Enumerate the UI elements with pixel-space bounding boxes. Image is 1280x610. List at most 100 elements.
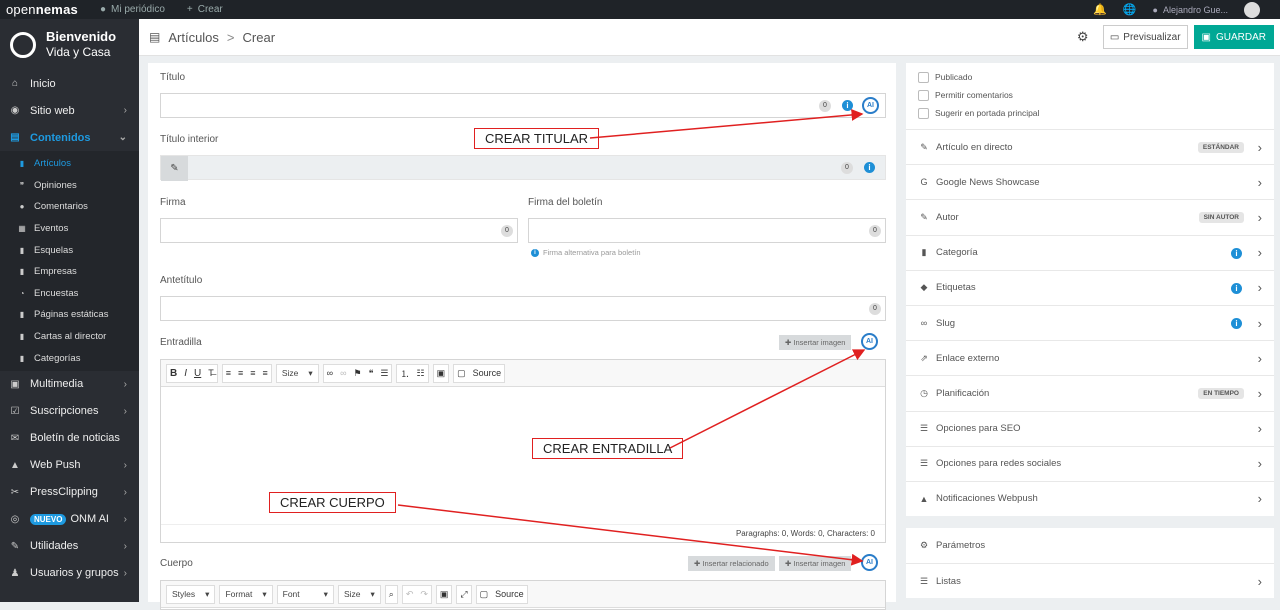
info-icon[interactable]: i [842,100,853,111]
sidebar-item-usuarios-y-grupos[interactable]: ♟ Usuarios y grupos › [0,560,139,587]
checkbox-option[interactable]: Sugerir en portada principal [906,104,1274,122]
lists-item[interactable]: ☰ Listas › [906,563,1274,598]
unlink-icon[interactable]: ∞ [340,368,346,378]
checkbox[interactable] [918,107,929,119]
checkbox-option[interactable]: Publicado [906,68,1274,86]
insert-image-button[interactable]: ✚ Insertar imagen [779,335,852,350]
sidebar-item-web-push[interactable]: ▲ Web Push › [0,452,139,479]
settings-item[interactable]: ▲ Notificaciones Webpush › [906,480,1274,516]
sidebar-subitem[interactable]: ▮ Categorías [0,347,139,369]
checkbox[interactable] [918,71,929,83]
newsletter-signature-input[interactable]: 0 [528,218,886,243]
pretitle-input[interactable]: 0 [160,296,886,321]
inner-title-input[interactable]: ✎ 0 i [160,155,886,181]
settings-item[interactable]: G Google News Showcase › [906,164,1274,199]
bullet-list-icon[interactable]: ☰ [380,368,388,379]
ai-title-icon[interactable]: AI [862,97,879,114]
paste-icon[interactable]: ▣ [440,589,449,600]
nav-secondary: ▣ Multimedia › ☑ Suscripciones › ✉ Boletín de n… [0,371,139,587]
title-input[interactable]: 0 i AI [160,93,886,118]
brand[interactable]: Bienvenido Vida y Casa [0,19,139,70]
save-button[interactable]: ▣ GUARDAR [1193,25,1274,49]
bold-button[interactable]: B [170,368,177,379]
styles-dropdown[interactable]: Styles ▾ [166,584,216,604]
my-site-link[interactable]: ● Mi periódico [100,4,165,15]
create-link[interactable]: + Crear [187,4,223,15]
sidebar-subitem[interactable]: ▮ Cartas al director [0,326,139,348]
sidebar-subitem[interactable]: ▮ Páginas estáticas [0,304,139,326]
notifications-icon[interactable]: 🔔 [1093,3,1107,16]
sidebar-subitem[interactable]: ▦ Eventos [0,218,139,240]
sidebar-item-boletín-de-noticias[interactable]: ✉ Boletín de noticias [0,425,139,452]
user-menu[interactable]: ● Alejandro Gue... [1153,5,1228,15]
sidebar-item-contenidos[interactable]: ▤ Contenidos ⌄ [0,124,139,151]
paste-icon[interactable]: ▣ [437,368,446,379]
clear-format-button[interactable]: T̶ [208,368,214,378]
body-editor[interactable]: Styles ▾ Format ▾ Font ▾ Size ▾ ⌕ ↶ ↷ ▣ ⤢ ▢ So… [160,580,886,610]
italic-button[interactable]: I [184,368,187,379]
anchor-icon[interactable]: ⚑ [353,368,361,379]
sidebar-item-sitio-web[interactable]: ◉ Sitio web › [0,97,139,124]
insert-related-button[interactable]: ✚ Insertar relacionado [688,556,775,571]
sidebar-item-onm-ai[interactable]: ◎ NUEVO ONM AI › [0,506,139,533]
source-button[interactable]: ▢ Source [475,584,528,604]
size-dropdown[interactable]: Size ▾ [337,584,381,604]
quote-icon[interactable]: ❝ [369,368,374,379]
app-logo[interactable]: opennemas [6,2,78,17]
format-dropdown[interactable]: Format ▾ [219,584,273,604]
maximize-icon[interactable]: ⤢ [460,589,467,600]
align-right-button[interactable]: ≡ [250,368,255,378]
ai-lead-icon[interactable]: AI [861,333,878,350]
list-icon[interactable]: ☷ [417,368,425,379]
pencil-icon[interactable]: ✎ [161,156,188,181]
settings-item[interactable]: ✎ Artículo en directo ESTÁNDAR › [906,129,1274,164]
avatar[interactable] [1244,1,1260,18]
sidebar-subitem[interactable]: ● Comentarios [0,196,139,218]
lead-editor[interactable]: B I U T̶ ≡ ≡ ≡ ≡ Size ▾ ∞ ∞ ⚑ ❝ ☰ ⒈ ☷ ▣ ▢ Source Para… [160,359,886,543]
size-dropdown[interactable]: Size ▾ [275,363,319,383]
align-center-button[interactable]: ≡ [238,368,243,378]
sidebar-item-suscripciones[interactable]: ☑ Suscripciones › [0,398,139,425]
sidebar-subitem[interactable]: ▮ Artículos [0,153,139,175]
info-icon[interactable]: i [1231,247,1242,259]
sidebar-subitem[interactable]: ▮ Empresas [0,261,139,283]
sidebar-subitem[interactable]: ❞ Opiniones [0,175,139,197]
ai-body-icon[interactable]: AI [861,554,878,571]
checkbox-option[interactable]: Permitir comentarios [906,86,1274,104]
settings-item[interactable]: ◆ Etiquetas i › [906,269,1274,305]
breadcrumb-articulos[interactable]: Artículos [168,30,219,45]
sidebar-subitem[interactable]: ▮ Esquelas [0,239,139,261]
params-item[interactable]: ⚙ Parámetros [906,528,1274,563]
settings-item[interactable]: ∞ Slug i › [906,304,1274,340]
numbered-list-icon[interactable]: ⒈ [400,367,409,380]
settings-item[interactable]: ▮ Categoría i › [906,234,1274,270]
info-icon[interactable]: i [1231,317,1242,329]
source-button[interactable]: ▢ Source [453,363,506,383]
signature-input[interactable]: 0 [160,218,518,243]
sidebar-item-inicio[interactable]: ⌂ Inicio [0,70,139,97]
language-icon[interactable]: 🌐 [1123,3,1137,16]
search-icon[interactable]: ⌕ [389,589,394,600]
align-left-button[interactable]: ≡ [226,368,231,378]
info-icon[interactable]: i [1231,282,1242,294]
justify-button[interactable]: ≡ [263,368,268,378]
sidebar-item-pressclipping[interactable]: ✂ PressClipping › [0,479,139,506]
gear-icon[interactable]: ⚙ [1077,30,1091,44]
underline-button[interactable]: U [194,368,201,379]
insert-image-button[interactable]: ✚ Insertar imagen [779,556,852,571]
settings-item[interactable]: ☰ Opciones para redes sociales › [906,445,1274,481]
settings-item[interactable]: ◷ Planificación EN TIEMPO › [906,375,1274,410]
sidebar-item-utilidades[interactable]: ✎ Utilidades › [0,533,139,560]
link-icon[interactable]: ∞ [327,368,333,378]
undo-icon[interactable]: ↶ [406,589,414,600]
redo-icon[interactable]: ↷ [420,589,428,600]
font-dropdown[interactable]: Font ▾ [276,584,334,604]
sidebar-item-multimedia[interactable]: ▣ Multimedia › [0,371,139,398]
settings-item[interactable]: ⇗ Enlace externo › [906,340,1274,375]
preview-button[interactable]: ▭ Previsualizar [1102,25,1188,49]
checkbox[interactable] [918,89,929,101]
settings-item[interactable]: ✎ Autor SIN AUTOR › [906,199,1274,234]
sidebar-subitem[interactable]: ◔ Encuestas [0,283,139,305]
info-icon[interactable]: i [864,162,875,173]
settings-item[interactable]: ☰ Opciones para SEO › [906,410,1274,446]
